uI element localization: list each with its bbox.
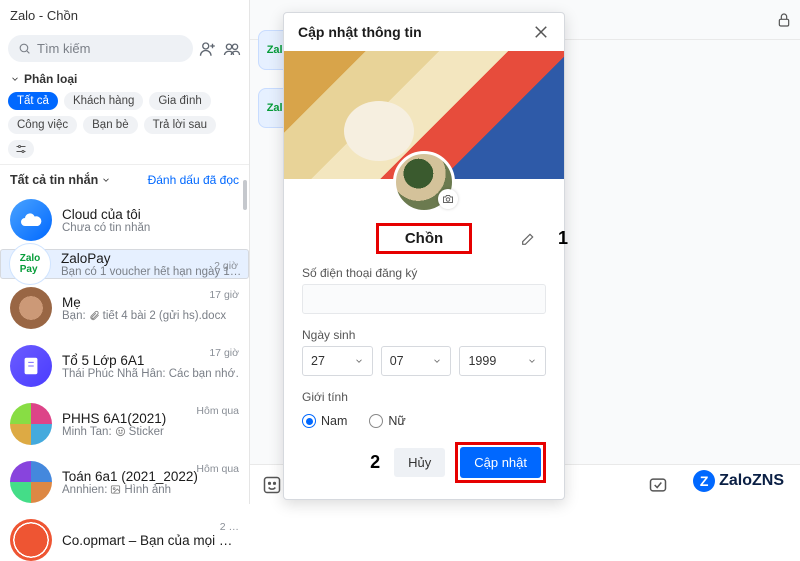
chevron-down-icon xyxy=(432,356,442,366)
chat-list: Cloud của tôiChưa có tin nhắn ZaloPay Za… xyxy=(0,191,249,561)
chat-time: 17 giờ xyxy=(209,347,239,359)
chevron-down-icon xyxy=(527,356,537,366)
add-friend-icon[interactable] xyxy=(199,40,217,58)
chip-work[interactable]: Công việc xyxy=(8,116,77,134)
category-label: Phân loại xyxy=(24,72,77,86)
logo-text: ZaloZNS xyxy=(719,472,784,490)
camera-icon xyxy=(442,193,454,205)
chat-sub: Bạn có 1 voucher hết hạn ngày 1… xyxy=(61,266,240,278)
edit-name-icon[interactable] xyxy=(520,231,536,247)
avatar xyxy=(10,403,52,445)
annotation-1: 1 xyxy=(558,228,568,249)
chat-sub: Bạn: tiết 4 bài 2 (gửi hs).docx xyxy=(62,310,239,322)
logo-z: Z xyxy=(693,470,715,492)
chat-item[interactable]: Tổ 5 Lớp 6A1Thái Phúc Nhã Hân: Các bạn n… xyxy=(0,337,249,395)
cancel-button[interactable]: Hủy xyxy=(394,448,445,477)
chat-time: 17 giờ xyxy=(209,289,239,301)
chip-family[interactable]: Gia đình xyxy=(149,92,210,110)
chat-item[interactable]: Mẹ Bạn: tiết 4 bài 2 (gửi hs).docx 17 gi… xyxy=(0,279,249,337)
image-icon xyxy=(110,484,121,495)
chat-time: 2 … xyxy=(220,521,239,533)
avatar xyxy=(10,461,52,503)
category-toggle[interactable]: Phân loại xyxy=(0,70,249,92)
chat-item[interactable]: PHHS 6A1(2021) Minh Tan: Sticker Hôm qua xyxy=(0,395,249,453)
mark-all-read[interactable]: Đánh dấu đã đọc xyxy=(148,173,239,187)
sidebar: Zalo - Chồn Tìm kiếm Phân loại Tất cả Kh… xyxy=(0,0,250,504)
cloud-icon xyxy=(10,199,52,241)
chip-all[interactable]: Tất cả xyxy=(8,92,58,110)
close-icon[interactable] xyxy=(532,23,550,41)
chevron-down-icon xyxy=(10,74,20,84)
name-row: Chồn 1 xyxy=(284,213,564,260)
chat-sub: Chưa có tin nhắn xyxy=(62,222,239,234)
lock-icon[interactable] xyxy=(776,12,792,28)
chevron-down-icon xyxy=(101,175,111,185)
chat-name: Co.opmart – Bạn của mọi nhà xyxy=(62,533,239,548)
search-icon xyxy=(18,42,31,55)
chat-item-cloud[interactable]: Cloud của tôiChưa có tin nhắn xyxy=(0,191,249,249)
create-group-icon[interactable] xyxy=(223,40,241,58)
chips: Tất cả Khách hàng Gia đình Công việc Bạn… xyxy=(0,92,249,164)
search-row: Tìm kiếm xyxy=(0,31,249,70)
sticker-icon[interactable] xyxy=(262,475,282,495)
gender-female[interactable]: Nữ xyxy=(369,414,405,428)
phone-field: Số điện thoại đăng ký xyxy=(284,260,564,314)
zalo-zns-logo: Z ZaloZNS xyxy=(693,470,784,492)
sliders-icon xyxy=(14,143,28,155)
app-title: Zalo - Chồn xyxy=(0,0,249,31)
avatar xyxy=(10,345,52,387)
avatar xyxy=(10,519,52,561)
chat-name: ZaloPay xyxy=(61,251,240,266)
highlight-frame: Cập nhật xyxy=(455,442,546,483)
update-profile-modal: Cập nhật thông tin Chồn 1 Số điện thoại … xyxy=(283,12,565,500)
chevron-down-icon xyxy=(354,356,364,366)
search-placeholder: Tìm kiếm xyxy=(37,41,90,56)
scrollbar-thumb[interactable] xyxy=(243,180,247,210)
chat-time: 2 giờ xyxy=(214,260,238,272)
phone-input[interactable] xyxy=(302,284,546,314)
avatar xyxy=(10,287,52,329)
chat-time: Hôm qua xyxy=(196,405,239,417)
msg-header-title[interactable]: Tất cả tin nhắn xyxy=(10,173,98,187)
chat-item[interactable]: Toán 6a1 (2021_2022) Annhien: Hình ảnh H… xyxy=(0,453,249,511)
chat-time: Hôm qua xyxy=(196,463,239,475)
dob-field: Ngày sinh 27 07 1999 xyxy=(284,314,564,376)
chip-friends[interactable]: Bạn bè xyxy=(83,116,137,134)
sticker-icon xyxy=(115,426,126,437)
chip-customer[interactable]: Khách hàng xyxy=(64,92,143,110)
chat-item-zalopay[interactable]: ZaloPay ZaloPayBạn có 1 voucher hết hạn … xyxy=(0,249,249,279)
dob-day-select[interactable]: 27 xyxy=(302,346,373,376)
gender-label: Giới tính xyxy=(302,390,546,404)
avatar-section xyxy=(284,151,564,213)
annotation-2: 2 xyxy=(370,452,380,473)
quick-reply-icon[interactable] xyxy=(648,475,668,495)
dob-year-select[interactable]: 1999 xyxy=(459,346,546,376)
update-button[interactable]: Cập nhật xyxy=(460,447,541,478)
chat-item[interactable]: Co.opmart – Bạn của mọi nhà 2 … xyxy=(0,511,249,561)
phone-label: Số điện thoại đăng ký xyxy=(302,266,546,280)
gender-field: Giới tính Nam Nữ xyxy=(284,376,564,428)
chat-sub: Minh Tan: Sticker xyxy=(62,426,239,438)
modal-actions: 2 Hủy Cập nhật xyxy=(284,428,564,499)
modal-header: Cập nhật thông tin xyxy=(284,13,564,51)
chat-sub: Annhien: Hình ảnh xyxy=(62,484,239,496)
chat-name: Cloud của tôi xyxy=(62,207,239,222)
chip-settings[interactable] xyxy=(8,140,34,158)
message-header: Tất cả tin nhắn Đánh dấu đã đọc xyxy=(0,164,249,191)
search-input[interactable]: Tìm kiếm xyxy=(8,35,193,62)
radio-icon xyxy=(302,414,316,428)
radio-icon xyxy=(369,414,383,428)
chip-reply-later[interactable]: Trả lời sau xyxy=(144,116,216,134)
chat-sub: Thái Phúc Nhã Hân: Các bạn nhớ… xyxy=(62,368,239,380)
dob-month-select[interactable]: 07 xyxy=(381,346,452,376)
modal-title: Cập nhật thông tin xyxy=(298,24,422,40)
dob-label: Ngày sinh xyxy=(302,328,546,342)
attachment-icon xyxy=(89,310,100,321)
gender-male[interactable]: Nam xyxy=(302,414,347,428)
change-avatar-button[interactable] xyxy=(438,189,458,209)
display-name: Chồn xyxy=(376,223,472,254)
